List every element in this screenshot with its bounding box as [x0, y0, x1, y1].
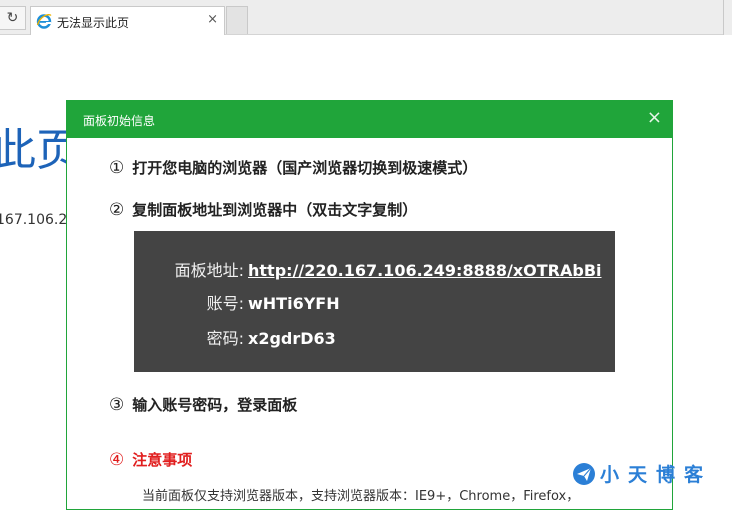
credentials-box: 面板地址: http://220.167.106.249:8888/xOTRAbB…: [134, 231, 615, 372]
refresh-button[interactable]: ↻: [0, 6, 26, 30]
dialog-title: 面板初始信息: [83, 114, 156, 128]
step-number: ①: [109, 158, 125, 178]
step-login: ③ 输入账号密码，登录面板: [109, 394, 297, 415]
password-row: 密码: x2gdrD63: [169, 325, 336, 349]
panel-address-link[interactable]: http://220.167.106.249:8888/xOTRAbBi: [248, 261, 602, 280]
dialog-header: 面板初始信息 ×: [67, 101, 672, 138]
close-icon[interactable]: ×: [647, 107, 662, 128]
step-number: ③: [109, 395, 125, 415]
new-tab-button[interactable]: [226, 6, 248, 34]
panel-address-row: 面板地址: http://220.167.106.249:8888/xOTRAbB…: [169, 257, 602, 281]
browser-support-note: 当前面板仅支持浏览器版本，支持浏览器版本：IE9+，Chrome，Firefox…: [142, 489, 580, 504]
step-number: ④: [109, 450, 125, 470]
paper-plane-icon: [573, 463, 595, 485]
step-text: 注意事项: [132, 451, 193, 469]
account-row: 账号: wHTi6YFH: [169, 290, 340, 314]
step-open-browser: ① 打开您电脑的浏览器（国产浏览器切换到极速模式）: [109, 157, 477, 178]
step-copy-address: ② 复制面板地址到浏览器中（双击文字复制）: [109, 199, 417, 220]
window-edge: [723, 0, 732, 35]
tab-title: 无法显示此页: [57, 16, 130, 30]
browser-tab-bar: ↻ 无法显示此页 ×: [0, 0, 732, 35]
step-text: 复制面板地址到浏览器中（双击文字复制）: [132, 201, 418, 219]
step-text: 打开您电脑的浏览器（国产浏览器切换到极速模式）: [132, 159, 478, 177]
panel-info-dialog: 面板初始信息 × ① 打开您电脑的浏览器（国产浏览器切换到极速模式） ② 复制面板地…: [66, 100, 673, 510]
password-label: 密码:: [206, 329, 244, 348]
password-value[interactable]: x2gdrD63: [248, 329, 336, 348]
account-value[interactable]: wHTi6YFH: [248, 294, 340, 313]
step-text: 输入账号密码，登录面板: [132, 396, 298, 414]
internet-explorer-icon: [36, 13, 52, 29]
account-label: 账号:: [206, 294, 244, 313]
step-number: ②: [109, 200, 125, 220]
refresh-icon: ↻: [6, 10, 19, 26]
watermark-text: 小天博客: [600, 464, 713, 486]
panel-address-label: 面板地址:: [174, 261, 244, 280]
error-page-ip: 167.106.24: [0, 212, 77, 228]
browser-tab[interactable]: 无法显示此页 ×: [30, 6, 225, 35]
tab-close-icon[interactable]: ×: [207, 12, 218, 27]
step-notes: ④ 注意事项: [109, 449, 192, 470]
